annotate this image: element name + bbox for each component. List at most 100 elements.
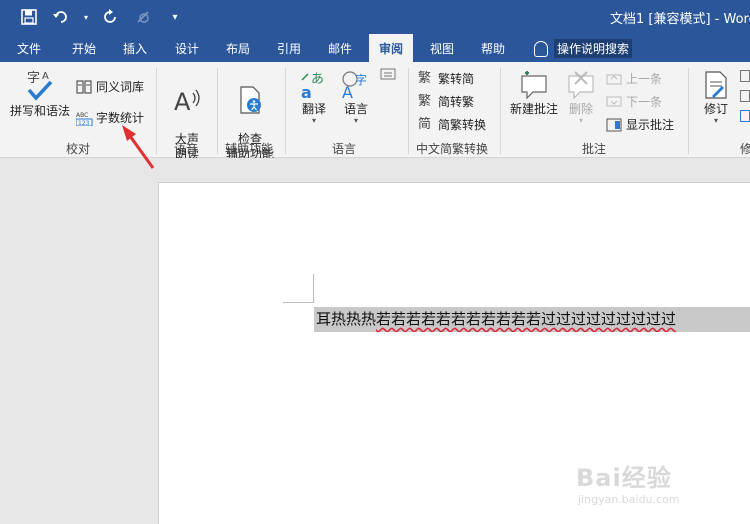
- language-label: 语言: [343, 102, 368, 116]
- traditional-to-simplified-label: 繁转简: [438, 72, 475, 86]
- document-text-underlined: 若若若若若若若若若若若过过过过过过过过过: [376, 310, 677, 328]
- delete-comment-icon: [568, 71, 594, 100]
- read-aloud-icon: A: [174, 88, 200, 115]
- redo-icon[interactable]: [100, 6, 122, 28]
- svg-text:あ: あ: [311, 72, 324, 87]
- translate-icon: あ a: [301, 72, 324, 100]
- svg-text:ABC: ABC: [76, 112, 88, 119]
- previous-comment-label: 上一条: [626, 72, 663, 86]
- tab-design[interactable]: 设计: [175, 40, 199, 57]
- spelling-check-icon: 字 A: [27, 71, 53, 101]
- language-icon: A 字: [342, 71, 367, 100]
- tab-review[interactable]: 审阅: [369, 34, 414, 62]
- thesaurus-icon: [76, 79, 92, 95]
- accessibility-group-label: 辅助功能: [225, 142, 274, 156]
- translate-label: 翻译: [301, 102, 326, 116]
- group-divider: [688, 68, 689, 154]
- svg-text:字: 字: [27, 71, 40, 86]
- thesaurus-button[interactable]: 同义词库: [76, 78, 144, 95]
- undo-icon[interactable]: [50, 6, 72, 28]
- svg-text:A: A: [342, 83, 353, 100]
- simplified-to-traditional-icon: 繁: [418, 93, 432, 109]
- chinese-conversion-label: 简繁转换: [438, 118, 487, 132]
- delete-comment-button[interactable]: 删除 ▾: [562, 70, 600, 125]
- show-comments-icon: [606, 117, 622, 133]
- language-dropdown-icon[interactable]: ▾: [336, 117, 376, 125]
- svg-text:字: 字: [355, 72, 367, 87]
- document-title: 文档1 [兼容模式] - Word: [610, 12, 750, 27]
- document-text-plain: 耳热热热: [316, 310, 377, 328]
- touch-mode-icon[interactable]: [132, 6, 154, 28]
- lightbulb-icon: [534, 40, 548, 57]
- svg-text:a: a: [301, 83, 312, 100]
- accessibility-check-icon: [240, 86, 261, 114]
- tab-home[interactable]: 开始: [72, 40, 96, 57]
- track-changes-label: 修订: [703, 102, 728, 116]
- proofing-group-label: 校对: [66, 142, 91, 156]
- previous-comment-button[interactable]: 上一条: [606, 70, 662, 87]
- tell-me-search[interactable]: 操作说明搜索: [534, 39, 633, 58]
- undo-dropdown-icon[interactable]: ▾: [82, 6, 90, 28]
- group-divider: [156, 68, 157, 154]
- word-count-label: 字数统计: [96, 111, 145, 125]
- tell-me-label: 操作说明搜索: [554, 39, 633, 58]
- spelling-grammar-button[interactable]: 字 A 拼写和语法: [8, 68, 72, 119]
- spelling-grammar-label: 拼写和语法: [9, 104, 70, 118]
- new-comment-button[interactable]: 新建批注: [506, 70, 562, 117]
- ime-keyboard-icon[interactable]: [380, 68, 396, 84]
- tab-file[interactable]: 文件: [17, 40, 41, 57]
- customize-qat-icon[interactable]: ▾: [164, 6, 186, 28]
- traditional-to-simplified-icon: 繁: [418, 70, 432, 86]
- ribbon-tabs: 文件 开始 插入 设计 布局 引用 邮件 审阅 视图 帮助 操作说明搜索: [0, 34, 750, 62]
- simplified-to-traditional-button[interactable]: 繁 简转繁: [418, 93, 474, 110]
- page-margin-marker: [313, 274, 314, 303]
- delete-dropdown-icon[interactable]: ▾: [562, 117, 600, 125]
- chinese-conversion-button[interactable]: 简 简繁转换: [418, 116, 486, 133]
- tab-help[interactable]: 帮助: [481, 40, 505, 57]
- tracking-group-label: 修: [740, 142, 750, 156]
- title-bar: ▾ ▾ 文档1 [兼容模式] - Word: [0, 0, 750, 34]
- group-divider: [217, 68, 218, 154]
- language-button[interactable]: A 字 语言 ▾: [336, 70, 376, 125]
- track-changes-button[interactable]: 修订 ▾: [698, 70, 734, 125]
- ribbon: 字 A 拼写和语法 同义词库 ABC 123 字数统计 校对 A 大声 朗读 语音: [0, 62, 750, 161]
- baidu-watermark: Bai经验 jingyan.baidu.com: [576, 458, 680, 506]
- tracking-small-icons[interactable]: [740, 70, 750, 130]
- tab-layout[interactable]: 布局: [226, 40, 250, 57]
- page-margin-marker: [283, 302, 313, 303]
- word-count-icon: ABC 123: [75, 110, 93, 127]
- delete-comment-label: 删除: [568, 102, 593, 116]
- tab-references[interactable]: 引用: [277, 40, 301, 57]
- show-comments-label: 显示批注: [626, 118, 675, 132]
- translate-button[interactable]: あ a 翻译 ▾: [296, 70, 332, 125]
- quick-access-toolbar: ▾ ▾: [18, 6, 186, 28]
- word-count-button[interactable]: ABC 123 字数统计: [75, 109, 145, 127]
- show-comments-button[interactable]: 显示批注: [606, 116, 674, 133]
- speech-group-label: 语音: [174, 142, 199, 156]
- svg-text:A: A: [174, 88, 191, 115]
- tab-mailings[interactable]: 邮件: [328, 40, 352, 57]
- next-comment-label: 下一条: [626, 95, 663, 109]
- selected-text-line[interactable]: 耳热热热若若若若若若若若若若若过过过过过过过过过: [314, 307, 750, 332]
- chinese-conversion-icon: 简: [418, 116, 432, 132]
- group-divider: [285, 68, 286, 154]
- track-changes-dropdown-icon[interactable]: ▾: [698, 117, 734, 125]
- track-changes-icon: [705, 71, 727, 99]
- tab-insert[interactable]: 插入: [123, 40, 147, 57]
- group-divider: [500, 68, 501, 154]
- tab-view[interactable]: 视图: [430, 40, 454, 57]
- new-comment-icon: [521, 71, 547, 100]
- save-icon[interactable]: [18, 6, 40, 28]
- chinese-conversion-group-label: 中文简繁转换: [416, 142, 489, 156]
- svg-text:123: 123: [78, 120, 90, 126]
- next-comment-button[interactable]: 下一条: [606, 93, 662, 110]
- traditional-to-simplified-button[interactable]: 繁 繁转简: [418, 70, 474, 87]
- simplified-to-traditional-label: 简转繁: [438, 95, 475, 109]
- language-group-label: 语言: [332, 142, 357, 156]
- translate-dropdown-icon[interactable]: ▾: [296, 117, 332, 125]
- watermark-brand: Bai经验: [576, 464, 672, 492]
- thesaurus-label: 同义词库: [96, 80, 145, 94]
- new-comment-label: 新建批注: [509, 102, 558, 116]
- comments-group-label: 批注: [582, 142, 607, 156]
- next-comment-icon: [606, 94, 622, 110]
